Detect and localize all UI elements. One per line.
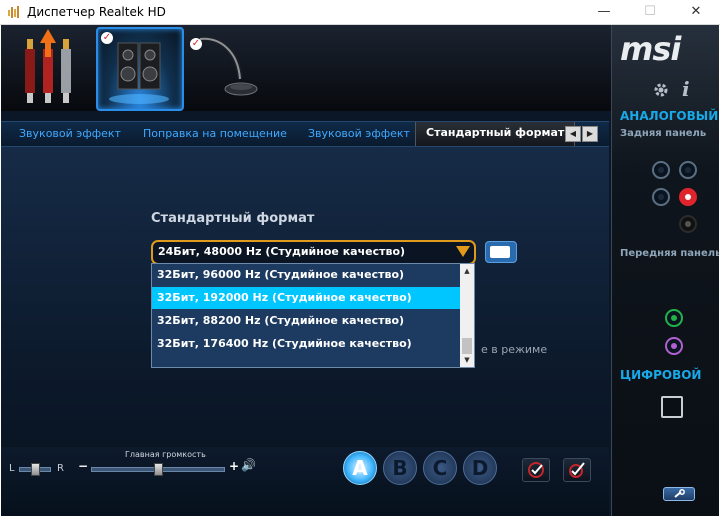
info-icon[interactable]: i <box>682 77 690 101</box>
profile-d-button[interactable]: D <box>463 451 497 485</box>
tab-scroll-left-icon[interactable]: ◀ <box>565 126 581 142</box>
edit-check-icon <box>569 462 585 478</box>
scroll-up-icon[interactable]: ▲ <box>460 264 474 278</box>
device-bar: ✓ ✓ <box>1 25 611 111</box>
minimize-icon: — <box>597 4 611 19</box>
rear-panel-label: Задняя панель <box>620 128 707 139</box>
analog-heading: АНАЛОГОВЫЙ <box>620 109 719 123</box>
volume-bar: Главная громкость L R − + 🔊 A B C D <box>1 447 609 516</box>
window-title: Диспетчер Realtek HD <box>27 5 166 19</box>
check-circle-icon <box>528 462 544 478</box>
format-option[interactable]: 32Бит, 96000 Hz (Студийное качество) <box>152 264 464 286</box>
jack-hole-icon <box>658 194 664 200</box>
tab-bar: Звуковой эффект Поправка на помещение Зв… <box>1 121 609 147</box>
jack-hole-icon <box>671 343 677 349</box>
balance-right-label: R <box>57 463 64 474</box>
connector-sidebar: msi i АНАЛОГОВЫЙ Задняя панель Передняя … <box>611 25 719 516</box>
format-panel: Стандартный формат 24Бит, 48000 Hz (Студ… <box>1 147 609 447</box>
volume-plus-icon[interactable]: + <box>229 459 239 473</box>
profile-b-button[interactable]: B <box>383 451 417 485</box>
volume-minus-icon[interactable]: − <box>78 459 88 473</box>
format-select-value: 24Бит, 48000 Hz (Студийное качество) <box>158 245 406 258</box>
scrollbar-thumb[interactable] <box>462 338 472 354</box>
balance-slider-knob[interactable] <box>31 463 40 476</box>
tab-default-format[interactable]: Стандартный формат <box>415 122 576 146</box>
restore-default-button[interactable] <box>485 241 517 263</box>
app-icon <box>8 6 19 18</box>
toggle-knob-icon <box>490 246 510 258</box>
master-volume-knob[interactable] <box>154 463 163 476</box>
default-device-check-icon: ✓ <box>101 32 113 44</box>
profile-a-button[interactable]: A <box>343 451 377 485</box>
save-profile-button[interactable] <box>522 458 550 482</box>
format-select[interactable]: 24Бит, 48000 Hz (Студийное качество) <box>151 240 476 265</box>
speaker-mute-icon[interactable]: 🔊 <box>241 458 256 472</box>
gear-icon[interactable] <box>652 81 670 99</box>
balance-left-label: L <box>9 463 15 474</box>
title-bar: Диспетчер Realtek HD — ☐ ✕ <box>0 0 720 25</box>
scroll-down-icon[interactable]: ▼ <box>460 353 474 367</box>
master-volume-label: Главная громкость <box>125 450 206 459</box>
jack-hole-icon <box>685 221 691 227</box>
rear-jack-blue-3[interactable] <box>652 188 670 206</box>
tab-scroll-right-icon[interactable]: ▶ <box>582 126 598 142</box>
advanced-settings-button[interactable] <box>663 487 695 501</box>
rear-jack-blue[interactable] <box>652 161 670 179</box>
device-microphone[interactable]: ✓ <box>186 27 276 107</box>
dropdown-arrow-icon[interactable] <box>456 246 470 257</box>
front-jack-pink[interactable] <box>665 337 683 355</box>
format-option[interactable]: 32Бит, 176400 Hz (Студийное качество) <box>152 333 464 355</box>
rear-jack-red[interactable] <box>679 188 697 206</box>
close-button[interactable]: ✕ <box>673 0 719 24</box>
tab-room-correction[interactable]: Поправка на помещение <box>143 127 287 140</box>
rear-jack-black[interactable] <box>679 215 697 233</box>
maximize-button[interactable]: ☐ <box>627 0 673 24</box>
maximize-icon: ☐ <box>644 4 656 19</box>
balance-slider[interactable] <box>19 463 51 476</box>
tab-sound-effect-2[interactable]: Звуковой эффект <box>308 127 410 140</box>
front-jack-green[interactable] <box>665 309 683 327</box>
section-title: Стандартный формат <box>151 211 315 226</box>
rear-jack-blue-2[interactable] <box>679 161 697 179</box>
jack-hole-icon <box>671 315 677 321</box>
format-option-highlighted[interactable]: 32Бит, 192000 Hz (Студийное качество) <box>152 287 464 309</box>
device-line-in[interactable] <box>13 27 99 107</box>
master-volume-slider[interactable] <box>91 463 225 476</box>
wrench-icon <box>674 489 685 498</box>
jack-hole-icon <box>658 167 664 173</box>
format-option[interactable]: 32Бит, 88200 Hz (Студийное качество) <box>152 310 464 332</box>
minimize-button[interactable]: — <box>581 0 627 24</box>
device-speakers[interactable]: ✓ <box>96 27 184 111</box>
front-panel-label: Передняя панель <box>620 248 719 259</box>
default-mic-check-icon: ✓ <box>190 38 202 50</box>
spdif-port-icon[interactable] <box>661 396 683 418</box>
close-icon: ✕ <box>690 4 702 19</box>
msi-logo: msi <box>620 30 681 68</box>
dropdown-scrollbar[interactable]: ▲ ▼ <box>460 264 474 367</box>
digital-heading: ЦИФРОВОЙ <box>620 368 702 382</box>
jack-hole-icon <box>685 167 691 173</box>
rca-jacks-icon <box>25 29 71 103</box>
format-dropdown-list[interactable]: 32Бит, 96000 Hz (Студийное качество) 32Б… <box>151 263 475 368</box>
edit-profile-button[interactable] <box>563 458 591 482</box>
tab-sound-effect[interactable]: Звуковой эффект <box>19 127 121 140</box>
jack-hole-icon <box>685 194 691 200</box>
profile-c-button[interactable]: C <box>423 451 457 485</box>
realtek-client-area: ✓ ✓ Звуковой эффект Поправка на помещени… <box>1 25 719 516</box>
partially-hidden-label: е в режиме <box>481 343 548 356</box>
